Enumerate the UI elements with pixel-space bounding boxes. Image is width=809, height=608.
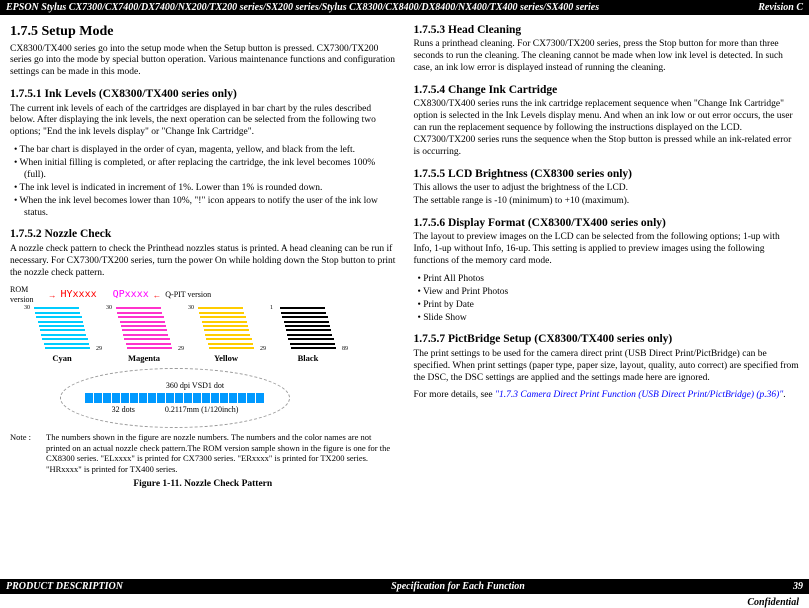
rom-version-label: ROM version <box>10 285 44 305</box>
list-item: View and Print Photos <box>428 287 800 299</box>
dots-label: 32 dots <box>112 405 135 415</box>
qpit-label: Q-PIT version <box>165 290 211 300</box>
arrow-left-icon: ← <box>153 290 162 301</box>
heading-change-ink: 1.7.5.4 Change Ink Cartridge <box>414 83 800 97</box>
disp-list: Print All Photos View and Print Photos P… <box>414 274 800 325</box>
color-cyan: Cyan <box>52 353 71 364</box>
rom-hy: HYxxxx <box>61 289 97 302</box>
list-item: The bar chart is displayed in the order … <box>24 145 396 157</box>
figure-note: Note : The numbers shown in the figure a… <box>10 432 396 475</box>
list-item: When initial filling is completed, or af… <box>24 158 396 182</box>
list-item: Print by Date <box>428 300 800 312</box>
para-ink: The current ink levels of each of the ca… <box>10 104 396 140</box>
footer-center: Specification for Each Function <box>391 581 525 592</box>
heading-head-cleaning: 1.7.5.3 Head Cleaning <box>414 23 800 37</box>
list-item: The ink level is indicated in increment … <box>24 183 396 195</box>
heading-nozzle-check: 1.7.5.2 Nozzle Check <box>10 227 396 241</box>
note-label: Note : <box>10 432 46 475</box>
list-item: When the ink level becomes lower than 10… <box>24 196 396 220</box>
para-setup: CX8300/TX400 series go into the setup mo… <box>10 44 396 80</box>
list-item: Print All Photos <box>428 274 800 286</box>
para-pict1: The print settings to be used for the ca… <box>414 349 800 385</box>
heading-display-format: 1.7.5.6 Display Format (CX8300/TX400 ser… <box>414 216 800 230</box>
heading-setup-mode: 1.7.5 Setup Mode <box>10 23 396 41</box>
left-column: 1.7.5 Setup Mode CX8300/TX400 series go … <box>10 23 396 494</box>
color-magenta: Magenta <box>128 353 160 364</box>
nozzle-figure: ROM version → HYxxxx QPxxxx ← Q-PIT vers… <box>10 285 396 490</box>
mm-label: 0.2117mm (1/120inch) <box>165 405 238 415</box>
rom-qp: QPxxxx <box>113 289 149 302</box>
heading-lcd-brightness: 1.7.5.5 LCD Brightness (CX8300 series on… <box>414 167 800 181</box>
para-disp: The layout to preview images on the LCD … <box>414 232 800 268</box>
list-item: Slide Show <box>428 313 800 325</box>
color-black: Black <box>298 353 319 364</box>
para-pict2: For more details, see "1.7.3 Camera Dire… <box>414 390 800 402</box>
header-revision: Revision C <box>758 2 803 13</box>
pict-suffix: . <box>783 390 785 400</box>
heading-ink-levels: 1.7.5.1 Ink Levels (CX8300/TX400 series … <box>10 87 396 101</box>
page-body: 1.7.5 Setup Mode CX8300/TX400 series go … <box>0 15 809 494</box>
right-column: 1.7.5.3 Head Cleaning Runs a printhead c… <box>414 23 800 494</box>
footer-left: PRODUCT DESCRIPTION <box>6 581 123 592</box>
para-head: Runs a printhead cleaning. For CX7300/TX… <box>414 39 800 75</box>
para-change: CX8300/TX400 series runs the ink cartrid… <box>414 99 800 158</box>
header-title: EPSON Stylus CX7300/CX7400/DX7400/NX200/… <box>6 2 599 13</box>
footer-bar: PRODUCT DESCRIPTION Specification for Ea… <box>0 579 809 594</box>
confidential-label: Confidential <box>747 597 799 608</box>
para-nozzle: A nozzle check pattern to check the Prin… <box>10 244 396 280</box>
arrow-right-icon: → <box>48 290 57 301</box>
para-lcd2: The settable range is -10 (minimum) to +… <box>414 196 800 208</box>
color-yellow: Yellow <box>214 353 238 364</box>
para-lcd1: This allows the user to adjust the brigh… <box>414 183 800 195</box>
footer-page: 39 <box>793 581 803 592</box>
dimension-callout: 360 dpi VSD1 dot 32 dots 0.2117mm (1/120… <box>60 368 290 428</box>
figure-caption: Figure 1-11. Nozzle Check Pattern <box>10 479 396 491</box>
ink-list: The bar chart is displayed in the order … <box>10 145 396 219</box>
pict-prefix: For more details, see <box>414 390 496 400</box>
heading-pictbridge: 1.7.5.7 PictBridge Setup (CX8300/TX400 s… <box>414 332 800 346</box>
header-bar: EPSON Stylus CX7300/CX7400/DX7400/NX200/… <box>0 0 809 15</box>
pictbridge-link[interactable]: "1.7.3 Camera Direct Print Function (USB… <box>495 390 783 400</box>
dpi-label: 360 dpi VSD1 dot <box>166 381 224 391</box>
note-text: The numbers shown in the figure are nozz… <box>46 432 396 475</box>
